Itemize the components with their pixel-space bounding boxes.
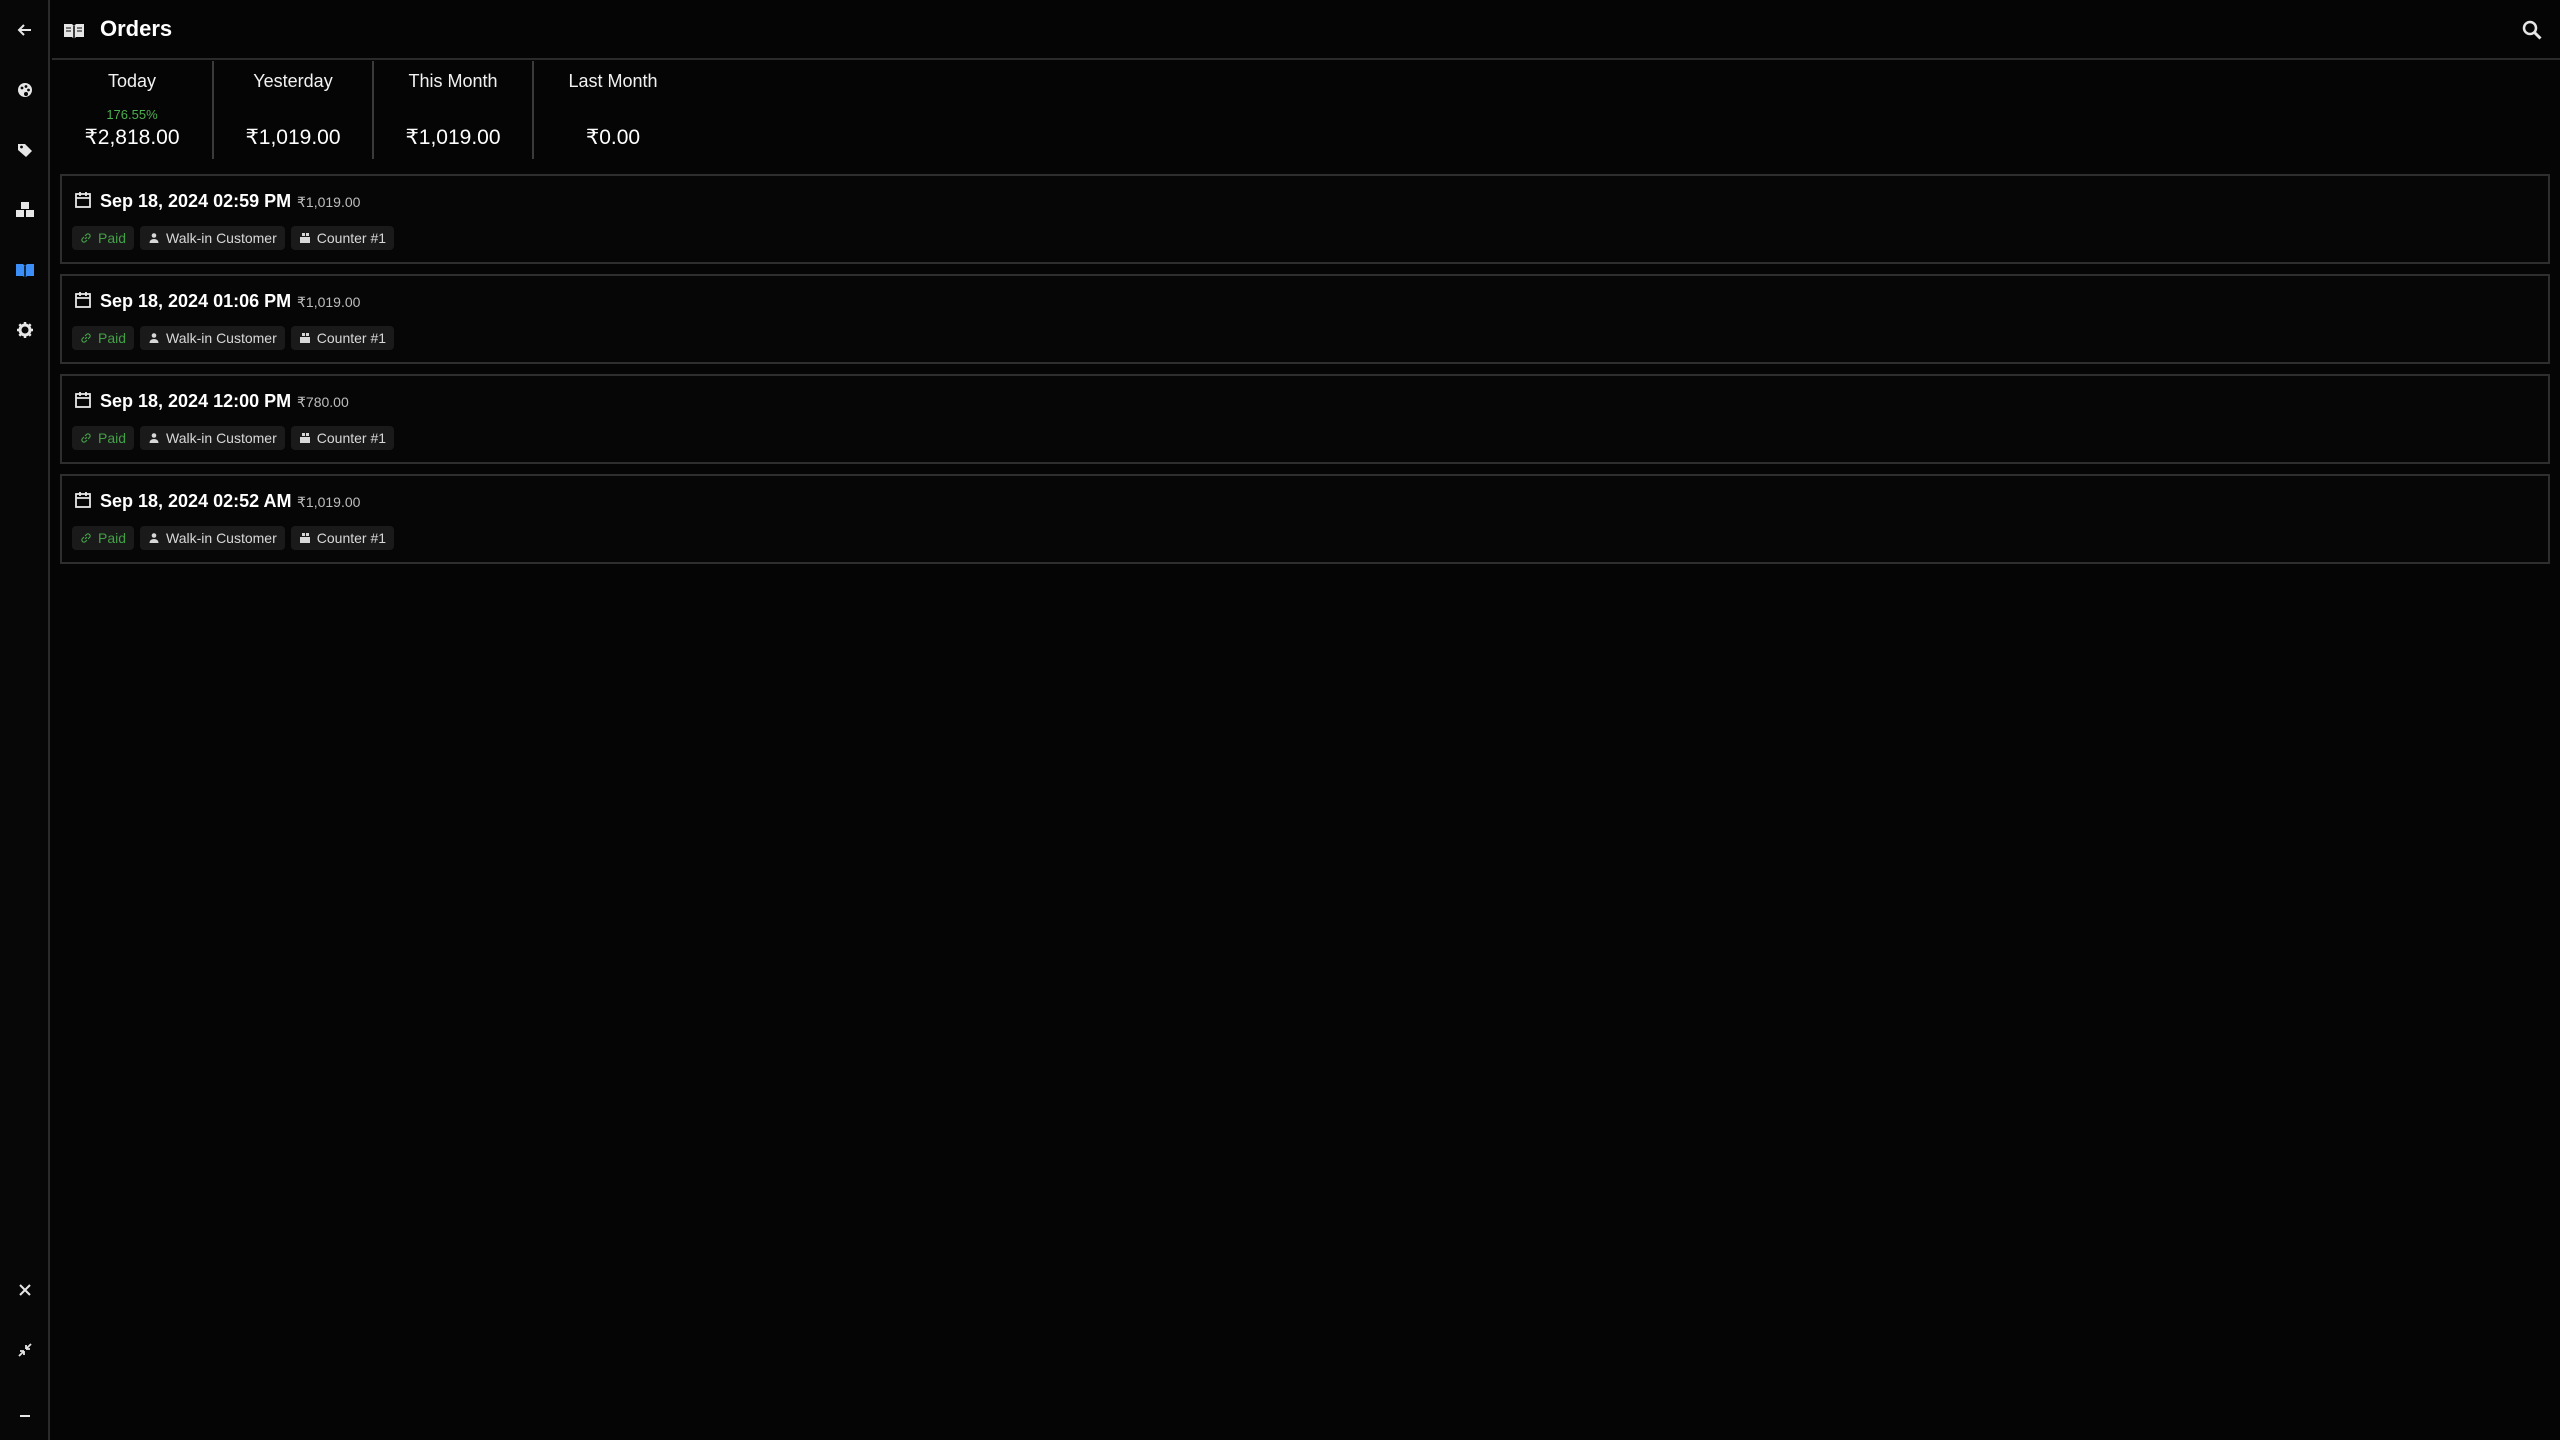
stat-yesterday: Yesterday ₹1,019.00 [212,61,372,159]
book-icon [16,264,34,278]
register-icon [299,433,310,443]
person-icon [149,533,159,543]
person-icon [149,233,159,243]
page-title: Orders [100,16,173,41]
order-tags: Paid Walk-in Customer Counter #1 [72,426,395,450]
stat-value: ₹1,019.00 [405,126,501,149]
status-badge: Paid [72,326,135,350]
minimize-icon [20,1415,30,1417]
tag-icon [18,144,32,157]
stat-this-month: This Month ₹1,019.00 [372,61,532,159]
status-label: Paid [98,230,127,246]
order-card[interactable]: Sep 18, 2024 02:52 AM ₹1,019.00 Paid Wal… [60,474,2550,564]
link-icon [81,433,91,443]
close-button[interactable] [5,1270,45,1310]
counter-badge: Counter #1 [290,426,395,450]
close-icon [19,1284,31,1296]
sidebar-item-products[interactable] [5,130,45,170]
order-card[interactable]: Sep 18, 2024 12:00 PM ₹780.00 Paid Walk-… [60,374,2550,464]
calendar-icon [75,392,91,408]
orders-list: Sep 18, 2024 02:59 PM ₹1,019.00 Paid Wal… [60,174,2550,574]
customer-badge: Walk-in Customer [140,526,285,550]
person-icon [149,433,159,443]
order-amount: ₹1,019.00 [297,194,361,210]
stat-value: ₹0.00 [585,126,641,149]
sidebar-item-orders[interactable] [5,250,45,290]
status-label: Paid [98,430,127,446]
register-icon [299,233,310,243]
calendar-icon [75,492,91,508]
customer-label: Walk-in Customer [166,530,277,546]
status-badge: Paid [72,526,135,550]
order-amount: ₹780.00 [297,394,349,410]
calendar-icon [75,192,91,208]
stat-value: ₹1,019.00 [245,126,341,149]
main-content: Orders Today 176.55% ₹2,818.00 Yesterday… [52,0,2560,1440]
collapse-button[interactable] [5,1330,45,1370]
sidebar-item-settings[interactable] [5,310,45,350]
counter-label: Counter #1 [316,230,387,246]
sidebar [0,0,50,1440]
stat-change-percent: 176.55% [106,107,158,122]
collapse-icon [18,1343,32,1357]
order-tags: Paid Walk-in Customer Counter #1 [72,226,395,250]
counter-label: Counter #1 [316,330,387,346]
order-card[interactable]: Sep 18, 2024 01:06 PM ₹1,019.00 Paid Wal… [60,274,2550,364]
gear-icon [17,322,33,338]
status-label: Paid [98,530,127,546]
back-arrow-icon [17,24,31,36]
order-tags: Paid Walk-in Customer Counter #1 [72,326,395,350]
order-date: Sep 18, 2024 01:06 PM [100,291,292,311]
counter-badge: Counter #1 [290,326,395,350]
back-button[interactable] [5,10,45,50]
cubes-icon [16,202,34,217]
customer-label: Walk-in Customer [166,430,277,446]
order-date: Sep 18, 2024 02:52 AM [100,491,292,511]
stat-value: ₹2,818.00 [84,126,180,149]
stat-last-month: Last Month ₹0.00 [532,61,692,159]
counter-label: Counter #1 [316,430,387,446]
register-icon [299,333,310,343]
order-card[interactable]: Sep 18, 2024 02:59 PM ₹1,019.00 Paid Wal… [60,174,2550,264]
customer-badge: Walk-in Customer [140,226,285,250]
minimize-button[interactable] [5,1396,45,1436]
counter-badge: Counter #1 [290,526,395,550]
order-amount: ₹1,019.00 [297,294,361,310]
order-date: Sep 18, 2024 12:00 PM [100,391,292,411]
counter-badge: Counter #1 [290,226,395,250]
calendar-icon [75,292,91,308]
palette-icon [18,83,32,97]
stat-today: Today 176.55% ₹2,818.00 [52,61,212,159]
order-amount: ₹1,019.00 [297,494,361,510]
customer-label: Walk-in Customer [166,230,277,246]
customer-label: Walk-in Customer [166,330,277,346]
order-tags: Paid Walk-in Customer Counter #1 [72,526,395,550]
sidebar-item-themes[interactable] [5,70,45,110]
link-icon [81,233,91,243]
stats-bar: Today 176.55% ₹2,818.00 Yesterday ₹1,019… [52,61,692,159]
header-bar: Orders [52,0,2560,60]
status-label: Paid [98,330,127,346]
stat-label: This Month [408,71,498,91]
person-icon [149,333,159,343]
search-icon[interactable] [2520,18,2546,44]
link-icon [81,533,91,543]
customer-badge: Walk-in Customer [140,426,285,450]
stat-label: Yesterday [253,71,333,91]
sidebar-item-inventory[interactable] [5,190,45,230]
status-badge: Paid [72,426,135,450]
link-icon [81,333,91,343]
stat-label: Last Month [568,71,658,91]
book-icon [64,24,84,39]
order-date: Sep 18, 2024 02:59 PM [100,191,292,211]
register-icon [299,533,310,543]
stat-label: Today [107,71,157,91]
customer-badge: Walk-in Customer [140,326,285,350]
counter-label: Counter #1 [316,530,387,546]
status-badge: Paid [72,226,135,250]
